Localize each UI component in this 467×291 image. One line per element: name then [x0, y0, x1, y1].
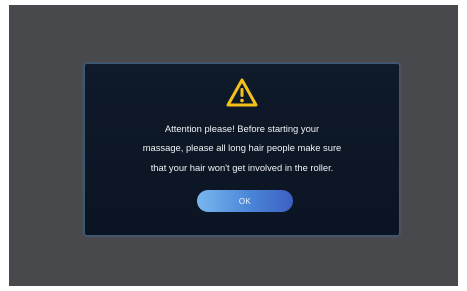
attention-dialog: Attention please! Before starting your m…	[84, 63, 400, 236]
device-screen: Attention please! Before starting your m…	[9, 5, 458, 286]
dialog-message: Attention please! Before starting your m…	[95, 119, 389, 177]
message-line-3: that your hair won't get involved in the…	[150, 161, 334, 173]
message-line-1: Attention please! Before starting your	[164, 123, 320, 134]
ok-button[interactable]: OK	[197, 190, 293, 212]
message-line-2: massage, please all long hair people mak…	[142, 142, 342, 154]
warning-icon	[226, 78, 258, 107]
